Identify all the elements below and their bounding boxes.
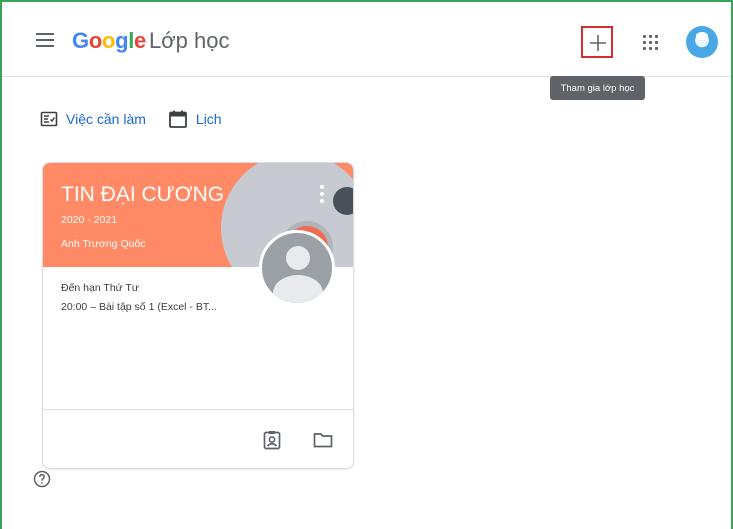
todo-link[interactable]: Việc cần làm (40, 110, 146, 128)
join-class-tooltip: Tham gia lớp học (550, 76, 645, 100)
plus-icon (590, 35, 606, 51)
product-name: Lớp học (148, 28, 230, 53)
menu-icon[interactable] (36, 33, 54, 47)
teacher-avatar (259, 230, 335, 306)
assignment-icon (40, 111, 58, 127)
join-create-class-button[interactable] (581, 26, 613, 58)
class-card-footer (43, 409, 353, 468)
calendar-icon (169, 110, 187, 128)
google-wordmark: Google (72, 28, 146, 53)
class-owner[interactable]: Anh Trương Quốc (61, 238, 146, 250)
app-logo[interactable]: Google Lớp học (72, 28, 229, 56)
class-card[interactable]: TIN ĐẠI CƯƠNG 2020 - 2021 Anh Trương Quố… (42, 162, 354, 469)
due-label: Đến hạn Thứ Tư (61, 282, 139, 294)
class-title[interactable]: TIN ĐẠI CƯƠNG (61, 183, 224, 207)
calendar-label: Lịch (195, 111, 222, 127)
calendar-link[interactable]: Lịch (168, 109, 222, 129)
folder-icon[interactable] (313, 432, 333, 448)
class-section: 2020 - 2021 (61, 214, 118, 226)
account-avatar[interactable] (686, 26, 718, 58)
todo-label: Việc cần làm (66, 111, 146, 127)
banner-illustration-shape (333, 187, 353, 215)
due-assignment-link[interactable]: 20:00 – Bài tập số 1 (Excel - BT... (61, 301, 217, 313)
quick-links: Việc cần làm Lịch (40, 109, 244, 129)
help-icon[interactable] (33, 470, 51, 488)
top-app-bar: Google Lớp học (2, 2, 731, 77)
portrait-icon[interactable] (263, 430, 281, 450)
apps-grid-icon[interactable] (643, 35, 659, 51)
more-vert-icon[interactable] (319, 185, 325, 203)
